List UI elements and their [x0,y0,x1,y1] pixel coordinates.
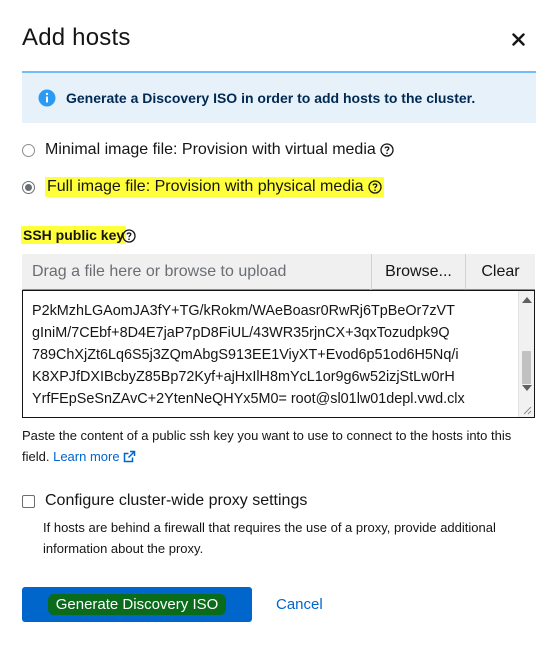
proxy-checkbox-row[interactable]: Configure cluster-wide proxy settings [22,492,307,510]
generate-iso-button[interactable]: Generate Discovery ISO [22,587,252,622]
clear-button[interactable]: Clear [465,254,535,290]
radio-full-image[interactable]: Full image file: Provision with physical… [22,177,384,197]
ssh-key-line: 789ChXjZt6Lq6S5j3ZQmAbgS913EE1ViyXT+Evod… [32,347,459,363]
help-icon[interactable] [122,229,136,248]
ssh-key-content: P2kMzhLGAomJA3fY+TG/kRokm/WAeBoasr0RwRj6… [32,300,516,410]
ssh-key-label: SSH public key [21,226,127,244]
proxy-checkbox[interactable] [22,494,35,508]
ssh-helper-text: Paste the content of a public ssh key yo… [22,425,532,467]
ssh-key-line: YrfFEpSeSnZAvC+2YtenNeQHYx5M0= root@sl01… [32,391,465,407]
radio-button-minimal[interactable] [22,143,35,157]
generate-iso-label: Generate Discovery ISO [47,594,227,615]
ssh-key-textarea[interactable]: P2kMzhLGAomJA3fY+TG/kRokm/WAeBoasr0RwRj6… [22,290,535,418]
close-icon [511,32,525,46]
file-upload: Drag a file here or browse to upload Bro… [22,254,535,290]
help-icon[interactable] [367,180,382,194]
upload-dropzone[interactable]: Drag a file here or browse to upload [22,254,371,290]
alert-text: Generate a Discovery ISO in order to add… [66,90,476,106]
cancel-button[interactable]: Cancel [276,596,323,613]
info-alert: Generate a Discovery ISO in order to add… [22,71,536,123]
external-link-icon [123,450,136,463]
info-icon [38,89,56,107]
learn-more-link[interactable]: Learn more [53,449,136,464]
close-button[interactable] [507,28,529,50]
proxy-description: If hosts are behind a firewall that requ… [43,520,496,556]
help-icon[interactable] [380,143,394,157]
ssh-key-line: K8XPJfDXIBcbyZ85Bp72Kyf+ajHxIlH8mYcL1or9… [32,369,455,385]
proxy-checkbox-label: Configure cluster-wide proxy settings [45,492,308,509]
radio-minimal-image[interactable]: Minimal image file: Provision with virtu… [22,141,394,159]
modal-title: Add hosts [22,24,131,51]
scroll-down-arrow-icon[interactable] [522,385,532,391]
radio-label-minimal: Minimal image file: Provision with virtu… [45,141,376,158]
ssh-key-line: P2kMzhLGAomJA3fY+TG/kRokm/WAeBoasr0RwRj6… [32,303,455,319]
radio-label-full: Full image file: Provision with physical… [47,178,364,195]
scrollbar-thumb[interactable] [522,351,531,384]
textarea-scrollbar[interactable] [518,291,534,417]
radio-button-full[interactable] [22,180,35,194]
ssh-key-line: gIniM/7CEbf+8D4E7jaP7pD8FiUL/43WR35rjnCX… [32,325,450,341]
resize-handle-icon[interactable] [522,405,532,415]
browse-button[interactable]: Browse... [371,254,465,290]
learn-more-label: Learn more [53,449,120,464]
scroll-up-arrow-icon[interactable] [522,297,532,303]
